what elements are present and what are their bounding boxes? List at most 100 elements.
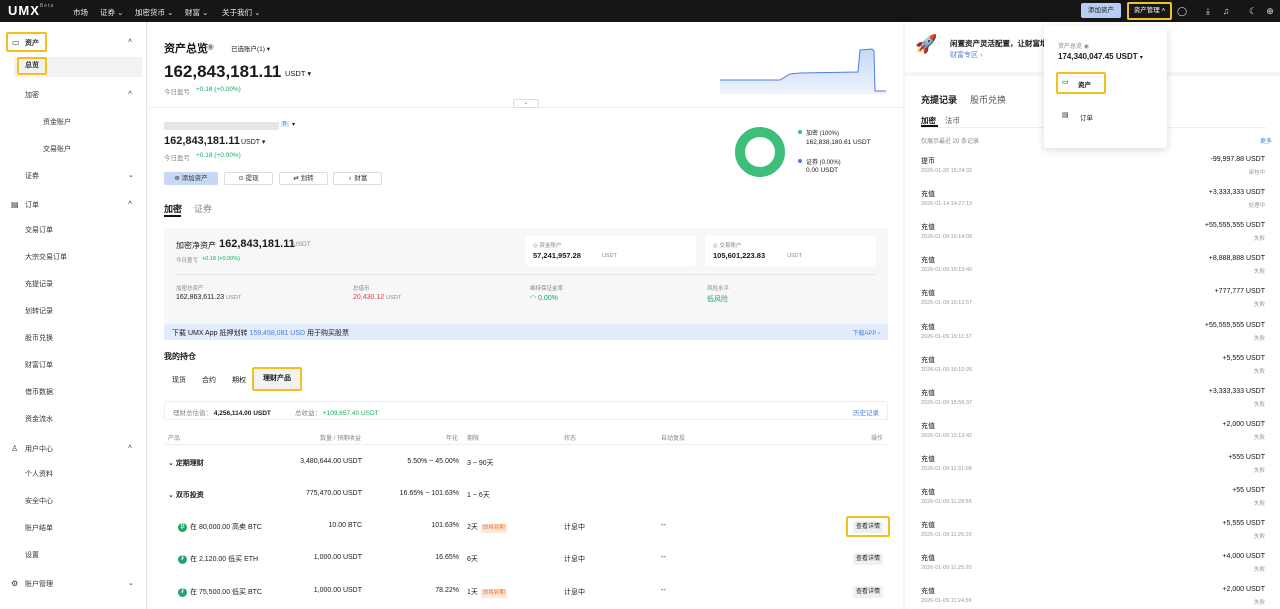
funding-account-card[interactable]: ◎ 资金账户 57,241,957.28 USDT [525, 236, 696, 266]
record-status: 失败 [1253, 269, 1265, 276]
chevron-up-icon[interactable]: ˄ [128, 200, 132, 207]
nav-crypto[interactable]: 加密货币 ⌄ [135, 7, 173, 18]
chevron-down-icon[interactable]: ▾ [292, 121, 295, 128]
tab-deposit-withdraw-records[interactable]: 充提记录 [921, 93, 957, 106]
add-asset-button[interactable]: ⊕ 添加资产 [164, 172, 218, 185]
chevron-up-icon[interactable]: ˄ [128, 38, 132, 45]
sidebar-item-securities[interactable]: 证券 [25, 171, 39, 181]
holdings-tab-futures[interactable]: 合约 [202, 375, 216, 385]
sidebar-item-orders[interactable]: 订单 [25, 200, 39, 210]
row-term: 2天 即将到期 [467, 524, 507, 533]
col-action: 操作 [871, 436, 884, 442]
nav-wealth[interactable]: 财富 ⌄ [185, 7, 208, 18]
record-amount: +55 USDT [1232, 487, 1265, 494]
records-note: 仅展示最近 20 条记录 [921, 139, 980, 145]
history-link[interactable]: 历史记录 [853, 407, 879, 417]
record-amount: +55,555,555 USDT [1204, 321, 1265, 329]
record-time: 2026-01-09 11:25:20 [921, 565, 972, 572]
wealth-income: 总收益： +109,657.40 USDT [295, 410, 379, 417]
sidebar-item-trading-account[interactable]: 交易账户 [43, 144, 71, 154]
view-details-button[interactable]: 查看详情 [853, 521, 883, 533]
sidebar-item-borrow-data[interactable]: 借币数据 [25, 387, 53, 397]
row-term: 6天 [467, 556, 478, 563]
sidebar-item-crypto[interactable]: 加密 [25, 90, 39, 100]
withdraw-button[interactable]: ⊙ 提现 [224, 172, 273, 185]
sidebar-item-profile[interactable]: 个人资料 [25, 469, 53, 479]
asset-management-menu[interactable]: 资产管理 ˄ [1127, 2, 1172, 20]
record-type: 充值 [921, 224, 935, 232]
tab-crypto[interactable]: 加密 [164, 202, 182, 215]
legend-crypto-value: 162,838,180.61 USDT [806, 139, 871, 146]
popup-item-orders[interactable]: ▤ 订单 [1058, 109, 1118, 123]
sidebar-item-user-center[interactable]: 用户中心 [25, 444, 53, 454]
holdings-tab-wealth[interactable]: 理财产品 [252, 367, 302, 391]
sidebar-item-trade-orders[interactable]: 交易订单 [25, 225, 53, 235]
sidebar-item-account-management[interactable]: 账户管理 [25, 579, 53, 589]
tab-stock-coin-swap[interactable]: 股币兑换 [970, 93, 1006, 106]
record-amount: +2,000 USDT [1222, 420, 1265, 428]
row-qty: 1,000.00 USDT [313, 587, 362, 594]
record-status: 失败 [1253, 368, 1265, 375]
row-qty: 3,480,644.00 USDT [300, 458, 362, 465]
bell-icon[interactable]: ♫ [1221, 6, 1231, 16]
gauge-icon: ◠ [530, 295, 537, 302]
collapse-chart-button[interactable]: ⌄ [513, 99, 539, 108]
records-more-link[interactable]: 更多 [1260, 136, 1272, 145]
tab-securities[interactable]: 证券 [194, 202, 212, 215]
holdings-tab-spot[interactable]: 现货 [172, 375, 186, 385]
holdings-tab-options[interactable]: 期权 [232, 375, 246, 385]
sidebar-item-funding-account[interactable]: 资金账户 [43, 117, 71, 127]
sidebar-item-security[interactable]: 安全中心 [25, 496, 53, 506]
sidebar-item-overview[interactable]: 总览 [17, 57, 47, 75]
banner-text: 下载 UMX App 抵押划转 159,458,081 USD 用于购买股票 [172, 330, 350, 337]
transfer-button[interactable]: ⇄ 划转 [279, 172, 328, 185]
row-qty: 775,470.00 USDT [305, 490, 362, 497]
sidebar-item-assets[interactable]: ▭ 资产 [6, 32, 47, 52]
sidebar-item-wealth-orders[interactable]: 财富订单 [25, 360, 53, 370]
trading-account-card[interactable]: ◎ 交易账户 105,601,223.83 USDT [705, 236, 876, 266]
umx-logo[interactable]: UMXBeta [8, 3, 54, 18]
col-auto-reinvest: 自动复投 [661, 436, 686, 442]
nav-market[interactable]: 市场 [73, 7, 88, 18]
wealth-button[interactable]: ♁ 财富 [333, 172, 382, 185]
row-name: ₿ 在 80,000.00 高卖 BTC [178, 522, 262, 532]
sidebar-item-transfer[interactable]: 划转记录 [25, 306, 53, 316]
orders-icon: ▤ [1062, 112, 1069, 119]
subtab-fiat[interactable]: 法币 [945, 115, 960, 126]
add-asset-button[interactable]: 添加资产 [1081, 3, 1121, 18]
sidebar-item-statements[interactable]: 账户结单 [25, 523, 53, 533]
chevron-down-icon[interactable]: ⌄ [128, 579, 134, 587]
nav-securities[interactable]: 证券 ⌄ [100, 7, 123, 18]
view-details-button[interactable]: 查看详情 [853, 586, 883, 598]
sidebar-item-settings[interactable]: 设置 [25, 550, 39, 560]
nav-about[interactable]: 关于我们 ⌄ [222, 7, 260, 18]
record-type: 充值 [921, 323, 935, 331]
view-details-button[interactable]: 查看详情 [853, 553, 883, 565]
row-auto: -- [661, 522, 666, 529]
chevron-down-icon[interactable]: ⌄ [128, 171, 134, 179]
download-icon[interactable]: ⤓ [1203, 6, 1213, 16]
sidebar-item-block-orders[interactable]: 大宗交易订单 [25, 252, 67, 262]
moon-icon[interactable]: ☾ [1248, 6, 1258, 16]
account-selector[interactable]: 已选账户(1) ▾ [231, 43, 270, 53]
sidebar-item-deposit-withdraw[interactable]: 充提记录 [25, 279, 53, 289]
user-icon[interactable]: ◯ [1177, 6, 1187, 16]
chevron-up-icon[interactable]: ˄ [128, 90, 132, 97]
chevron-up-icon[interactable]: ˄ [128, 444, 132, 451]
record-status: 失败 [1253, 600, 1265, 607]
row-apr: 16.65% [435, 554, 459, 561]
sidebar-item-fund-flow[interactable]: 资金流水 [25, 414, 53, 424]
wealth-summary-bar: 理财总估值： 4,256,114.00 USDT 总收益： +109,657.4… [164, 401, 888, 420]
margin-ratio-label: 维持保证金率 [530, 286, 564, 292]
globe-icon[interactable]: ⊕ [1265, 6, 1275, 16]
download-app-link[interactable]: 下载APP › [852, 328, 880, 337]
record-amount: +3,333,333 USDT [1208, 387, 1265, 395]
account-currency-selector[interactable]: USDT ▾ [241, 138, 265, 146]
row-apr: 101.63% [431, 522, 459, 529]
sidebar-item-stock-coin-swap[interactable]: 股币兑换 [25, 333, 53, 343]
eye-icon[interactable]: ◉ [207, 42, 214, 51]
legend-securities-value: 0.00 USDT [806, 167, 839, 174]
wealth-zone-link[interactable]: 财富专区 › [950, 50, 982, 60]
popup-item-assets[interactable]: ▭ 资产 [1056, 72, 1106, 94]
currency-selector[interactable]: USDT ▾ [285, 69, 311, 78]
